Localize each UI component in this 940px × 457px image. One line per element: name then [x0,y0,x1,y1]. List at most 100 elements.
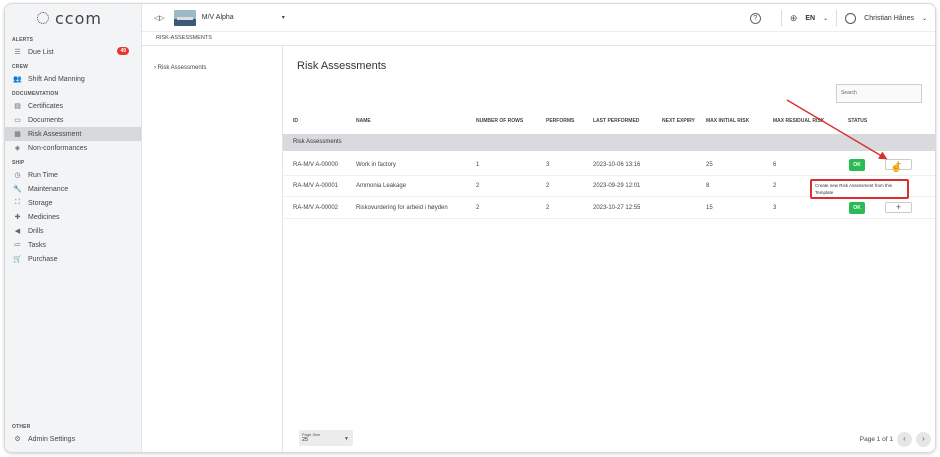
page-info: Page 1 of 1 [859,436,893,443]
logo-icon [37,12,49,24]
sidebar-item-purchase[interactable]: 🛒 Purchase [5,252,141,266]
cart-icon: 🛒 [13,256,22,263]
main-content: Risk Assessments Search ID NAME NUMBER O… [283,46,935,452]
cell-residual-risk: 6 [773,162,777,168]
section-ship: SHIP [12,160,25,166]
cell-name: Ammonia Leakage [356,183,407,189]
previous-page-button[interactable]: ‹ [897,432,912,447]
cell-residual-risk: 2 [773,183,777,189]
sidebar-item-label: Storage [28,199,53,207]
breadcrumb: RISK-ASSESSMENTS [142,32,935,46]
user-icon[interactable] [845,12,857,24]
sidebar-item-due-list[interactable]: ☰ Due List 49 [5,45,141,59]
tree-item-risk-assessments[interactable]: › Risk Assessments [142,46,282,71]
cell-performs: 2 [546,183,550,189]
chevron-down-icon[interactable]: ⌄ [922,15,927,22]
cell-residual-risk: 3 [773,205,777,211]
column-header-performs[interactable]: PERFORMS [546,118,574,124]
chevron-right-icon: › [154,65,156,71]
sidebar-item-label: Drills [28,227,44,235]
pagination: Page 1 of 1 ‹ › [860,432,931,447]
sidebar-item-admin-settings[interactable]: ⚙ Admin Settings [5,432,141,446]
cell-rows: 1 [476,162,480,168]
globe-icon[interactable]: ⊕ [790,13,798,24]
sidebar-item-storage[interactable]: ⛶ Storage [5,196,141,210]
cell-rows: 2 [476,205,480,211]
column-header-rows[interactable]: NUMBER OF ROWS [476,118,523,124]
vessel-selector[interactable]: M/V Alpha [202,14,282,21]
sidebar-item-label: Medicines [28,213,60,221]
cell-id: RA-M/V A-00001 [293,183,339,189]
cell-name: Riskovurdering for arbeid i høyden [356,205,448,211]
help-icon[interactable]: ? [749,12,761,24]
sidebar-item-medicines[interactable]: ✚ Medicines [5,210,141,224]
cell-performs: 2 [546,205,550,211]
gear-icon: ⚙ [14,436,21,443]
list-icon: ☰ [14,49,21,56]
sidebar-item-label: Purchase [28,255,58,263]
sidebar-item-label: Run Time [28,171,58,179]
sidebar-item-drills[interactable]: ◀ Drills [5,224,141,238]
add-from-template-button[interactable]: + [885,202,912,213]
column-header-last-performed[interactable]: LAST PERFORMED [593,118,639,124]
logo[interactable]: ccom [5,4,141,32]
next-page-button[interactable]: › [916,432,931,447]
page-size-value: 25 [302,437,309,443]
sidebar-item-label: Tasks [28,241,46,249]
clock-icon: ◷ [14,172,21,179]
table-row[interactable]: RA-M/V A-00002 Riskovurdering for arbeid… [283,198,935,219]
top-right-controls: ? ⊕ EN ⌄ Christian Hånes ⌄ [749,4,927,32]
sidebar: ccom ALERTS ☰ Due List 49 CREW 👥 Shift A… [5,4,142,452]
section-crew: CREW [12,64,29,70]
grid-icon: ▦ [14,131,21,138]
sidebar-item-label: Documents [28,116,64,124]
sidebar-item-maintenance[interactable]: 🔧 Maintenance [5,182,141,196]
sidebar-bottom: OTHER ⚙ Admin Settings [5,419,141,446]
user-name[interactable]: Christian Hånes [864,15,914,22]
caret-down-icon: ▼ [344,436,349,442]
cell-name: Work in factory [356,162,396,168]
sidebar-item-shift[interactable]: 👥 Shift And Manning [5,72,141,86]
tree-item-label: Risk Assessments [157,65,207,71]
tooltip: Create new Risk Assessment from this Tem… [810,179,909,199]
cell-last-performed: 2023-10-27 12:55 [593,205,641,211]
divider [780,10,782,26]
chevron-down-icon[interactable]: ⌄ [823,15,828,22]
hand-cursor-icon: ☝ [890,162,903,173]
folder-icon: ▭ [14,117,21,124]
divider [836,10,838,26]
cell-initial-risk: 15 [706,205,713,211]
column-header-next-expiry[interactable]: NEXT EXPIRY [662,118,695,124]
app-window: ccom ALERTS ☰ Due List 49 CREW 👥 Shift A… [4,3,936,453]
cell-id: RA-M/V A-00002 [293,205,339,211]
column-header-id[interactable]: ID [293,118,298,124]
cell-performs: 3 [546,162,550,168]
cell-last-performed: 2023-10-06 13:16 [593,162,641,168]
sidebar-item-risk-assessment[interactable]: ▦ Risk Assessment [5,127,141,141]
chevron-down-icon[interactable]: ▾ [282,14,285,21]
cell-last-performed: 2023-09-29 12:01 [593,183,641,189]
sidebar-item-nonconformances[interactable]: ◈ Non-conformances [5,141,141,155]
collapse-sidebar-icon[interactable]: ◁▷ [154,14,165,22]
sidebar-item-documents[interactable]: ▭ Documents [5,113,141,127]
shield-icon: ◈ [14,145,21,152]
section-documentation: DOCUMENTATION [12,91,59,97]
column-header-initial-risk[interactable]: MAX INITIAL RISK [706,118,749,124]
top-bar: ◁▷ M/V Alpha ▾ ? ⊕ EN ⌄ Christian Hånes … [142,4,935,32]
megaphone-icon: ◀ [14,228,21,235]
tree-panel: › Risk Assessments [142,46,283,452]
column-header-name[interactable]: NAME [356,118,371,124]
cell-initial-risk: 8 [706,183,710,189]
page-size-select[interactable]: Page Size 25 ▼ [299,430,353,446]
sidebar-item-tasks[interactable]: ≔ Tasks [5,238,141,252]
sidebar-item-run-time[interactable]: ◷ Run Time [5,168,141,182]
language-selector[interactable]: EN [805,15,815,22]
tasks-icon: ≔ [14,242,21,249]
sidebar-item-label: Non-conformances [28,144,88,152]
sidebar-item-certificates[interactable]: ▤ Certificates [5,99,141,113]
cell-initial-risk: 25 [706,162,713,168]
status-badge: OK [849,202,865,214]
sidebar-item-label: Maintenance [28,185,69,193]
due-count-badge: 49 [117,47,129,55]
sidebar-item-label: Certificates [28,102,64,110]
